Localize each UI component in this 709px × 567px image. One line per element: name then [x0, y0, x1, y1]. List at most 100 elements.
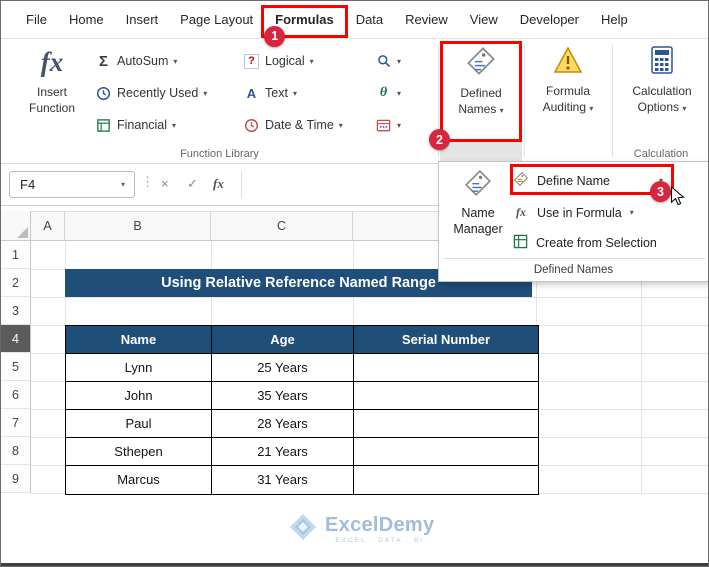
menu-item-use-in-formula[interactable]: fx Use in Formula ▾ [513, 199, 634, 226]
name-box[interactable]: F4 ▾ [9, 171, 135, 198]
tab-formulas[interactable]: Formulas 1 [261, 2, 348, 47]
column-header-b[interactable]: B [65, 212, 211, 241]
cell-name[interactable]: Paul [66, 410, 212, 438]
chevron-down-icon: ▾ [397, 56, 402, 66]
menu-item-create-from-selection[interactable]: Create from Selection [513, 229, 657, 256]
tab-file[interactable]: File [15, 2, 58, 38]
tab-view[interactable]: View [459, 2, 509, 38]
row-header-4-selected[interactable]: 4 [1, 325, 31, 353]
cell-age[interactable]: 25 Years [212, 354, 354, 382]
gridline [31, 297, 708, 298]
date-time-button[interactable]: Date & Time ▾ [243, 113, 343, 137]
cell-serial[interactable] [354, 410, 538, 438]
table-header-serial[interactable]: Serial Number [354, 326, 538, 354]
autosum-button[interactable]: Σ AutoSum ▾ [95, 49, 177, 73]
cell-age[interactable]: 28 Years [212, 410, 354, 438]
cell-age[interactable]: 31 Years [212, 466, 354, 494]
warning-triangle-icon [552, 45, 584, 78]
recently-used-button[interactable]: Recently Used ▾ [95, 81, 207, 105]
defined-names-label-1: Defined [460, 86, 502, 100]
table-header-name[interactable]: Name [66, 326, 212, 354]
tab-help[interactable]: Help [590, 2, 639, 38]
step-2-badge: 2 [429, 129, 450, 150]
cell-age[interactable]: 21 Years [212, 438, 354, 466]
cell-serial[interactable] [354, 438, 538, 466]
tab-data[interactable]: Data [345, 2, 394, 38]
row-header-6[interactable]: 6 [1, 381, 31, 409]
chevron-down-icon: ▾ [309, 56, 314, 66]
cell-age[interactable]: 35 Years [212, 382, 354, 410]
select-all-corner[interactable] [1, 211, 31, 241]
row-header-2[interactable]: 2 [1, 269, 31, 297]
ribbon-formulas: fx Insert Function Σ AutoSum ▾ Recently … [1, 39, 708, 164]
formula-auditing-label-1: Formula [545, 84, 590, 98]
name-manager-button[interactable]: Name Manager [445, 168, 511, 258]
text-icon: A [246, 85, 257, 101]
menu-item-define-name[interactable]: Define Name ▾ [513, 167, 673, 194]
insert-function-label-2: Function [28, 101, 76, 115]
cell-serial[interactable] [354, 466, 538, 494]
defined-names-group-footer: Defined Names [533, 264, 614, 276]
column-header-c[interactable]: C [211, 212, 353, 241]
clock-icon [243, 118, 260, 133]
chevron-down-icon: ▾ [338, 120, 343, 130]
tab-developer[interactable]: Developer [509, 2, 590, 38]
text-button[interactable]: A Text ▾ [243, 81, 297, 105]
exceldemy-logo-icon [288, 512, 318, 547]
financial-button[interactable]: Financial ▾ [95, 113, 176, 137]
math-trig-button[interactable]: θ ▾ [375, 81, 401, 105]
tab-review[interactable]: Review [394, 2, 459, 38]
formula-auditing-label-2: Auditing ▾ [542, 100, 594, 114]
tab-page-layout[interactable]: Page Layout [169, 2, 264, 38]
chevron-down-icon[interactable]: ▾ [112, 180, 134, 189]
insert-function-icon: fx [40, 47, 64, 77]
chevron-down-icon: ▾ [203, 88, 208, 98]
name-box-value: F4 [20, 177, 36, 192]
column-header-a[interactable]: A [31, 212, 65, 241]
chevron-down-icon: ▾ [499, 106, 504, 115]
insert-function-button[interactable]: fx Insert Function [13, 45, 91, 116]
lookup-reference-button[interactable]: ▾ [375, 49, 401, 73]
calculation-options-button[interactable]: Calculation Options ▾ [617, 45, 707, 117]
insert-function-fx-icon[interactable]: fx [213, 176, 224, 192]
row-header-9[interactable]: 9 [1, 465, 31, 493]
cancel-icon[interactable]: × [161, 176, 169, 191]
logical-icon: ? [244, 53, 259, 69]
chevron-down-icon: ▾ [589, 104, 594, 113]
cell-name[interactable]: Lynn [66, 354, 212, 382]
chevron-down-icon: ▾ [397, 88, 402, 98]
cell-name[interactable]: John [66, 382, 212, 410]
watermark-tagline: EXCEL · DATA · BI [335, 537, 425, 544]
more-functions-button[interactable]: ▾ [375, 113, 401, 137]
tab-formulas-label: Formulas [275, 11, 334, 27]
row-header-5[interactable]: 5 [1, 353, 31, 381]
chevron-down-icon: ▾ [292, 88, 297, 98]
date-time-label: Date & Time [265, 118, 334, 132]
tab-home[interactable]: Home [58, 2, 115, 38]
tag-icon [465, 45, 497, 80]
cell-serial[interactable] [354, 382, 538, 410]
logical-button[interactable]: ? Logical ▾ [243, 49, 314, 73]
cell-name[interactable]: Sthepen [66, 438, 212, 466]
autosum-icon: Σ [98, 52, 108, 70]
row-header-column: 1 2 3 4 5 6 7 8 9 [1, 241, 31, 493]
group-separator [612, 45, 613, 157]
row-header-7[interactable]: 7 [1, 409, 31, 437]
row-header-3[interactable]: 3 [1, 297, 31, 325]
cell-name[interactable]: Marcus [66, 466, 212, 494]
enter-check-icon[interactable]: ✓ [187, 176, 198, 192]
chevron-down-icon: ▾ [172, 120, 177, 130]
name-manager-label-1: Name [461, 206, 495, 220]
watermark-brand: ExcelDemy [325, 514, 435, 536]
insert-function-label-1: Insert [36, 85, 67, 99]
table-header-age[interactable]: Age [212, 326, 354, 354]
grid-selection-icon [513, 234, 528, 252]
cell-serial[interactable] [354, 354, 538, 382]
row-header-1[interactable]: 1 [1, 241, 31, 269]
tab-insert[interactable]: Insert [115, 2, 170, 38]
calculation-group-label: Calculation [633, 148, 689, 160]
defined-names-button[interactable]: Defined Names ▾ [442, 45, 520, 119]
formula-auditing-button[interactable]: Formula Auditing ▾ [528, 45, 608, 117]
row-header-8[interactable]: 8 [1, 437, 31, 465]
tag-icon [513, 171, 529, 190]
